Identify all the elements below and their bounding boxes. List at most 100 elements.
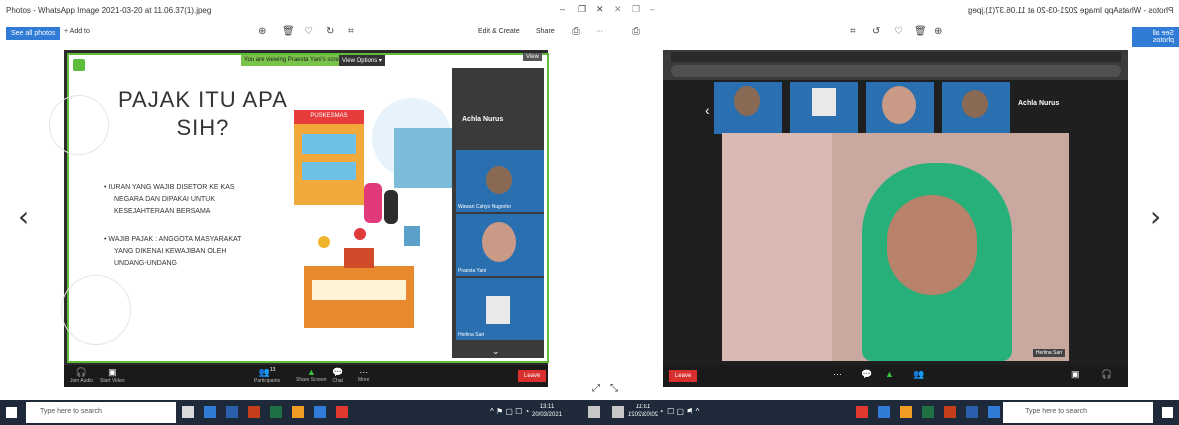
see-all-photos-mirrored: See all photos xyxy=(1132,27,1179,47)
decor-dot xyxy=(354,228,366,240)
more-button[interactable]: ··· More xyxy=(358,367,369,383)
participant-tile[interactable]: Herlina Sari xyxy=(456,278,544,340)
meeting-control-bar-mirrored: Leave ··· 💬 ▲ 👥 ▣ 🎧 xyxy=(663,365,1128,387)
chevron-down-icon[interactable]: ⌄ xyxy=(492,346,500,357)
delete-icon-mirrored: 🗑 xyxy=(914,26,927,37)
photos-icon[interactable] xyxy=(314,406,326,418)
taskbar-search[interactable]: Type here to search xyxy=(26,402,176,423)
tile-name: Praesta Yani xyxy=(458,268,487,274)
heart-icon-mirrored: ♡ xyxy=(894,26,903,37)
maximize-button[interactable]: ❐ xyxy=(578,4,586,15)
print-icon-mirrored: ⎙ xyxy=(632,26,640,37)
slide-title: PAJAK ITU APA SIH? xyxy=(118,87,288,140)
word-icon[interactable] xyxy=(226,406,238,418)
participant-tile[interactable]: Praesta Yani xyxy=(456,214,544,276)
meeting-control-bar: 🎧 Join Audio ▣ Start Video 👥13 Participants… xyxy=(64,365,548,387)
decor-dot xyxy=(318,236,330,248)
share-button[interactable]: Share xyxy=(536,28,555,35)
tile-name: Wawan Cahyo Nugroho xyxy=(458,204,511,210)
more-button[interactable]: ··· xyxy=(596,28,603,35)
decor-microscope xyxy=(404,226,420,246)
taskbar-clock-mirrored: 13:11 20/03/2021 xyxy=(628,404,659,418)
chrome-icon-mirrored xyxy=(900,406,912,418)
video-feed: Herlina Sari xyxy=(722,133,1069,361)
viewing-banner: You are viewing Praesta Yani's screen xyxy=(241,55,349,66)
leave-button-mirrored: Leave xyxy=(669,370,698,382)
share-screen-button[interactable]: ▲ Share Screen xyxy=(296,367,327,383)
chevron-left-icon: ‹ xyxy=(705,102,710,118)
panel-participant-name-mirrored: Achla Nurus xyxy=(1018,100,1060,107)
decor-circle xyxy=(61,275,131,345)
participant-thumb xyxy=(866,82,934,134)
city-building xyxy=(394,128,454,188)
see-all-photos-button[interactable]: See all photos xyxy=(6,27,61,40)
powerpoint-icon-mirrored xyxy=(944,406,956,418)
close-button[interactable]: ✕ xyxy=(596,4,604,15)
browser-bar-mirrored xyxy=(663,50,1128,80)
view-options-button[interactable]: View Options ▾ xyxy=(339,55,385,66)
powerpoint-icon[interactable] xyxy=(248,406,260,418)
participant-tile[interactable]: Wawan Cahyo Nugroho xyxy=(456,150,544,212)
minimize-icon-mirrored: – xyxy=(650,4,656,14)
previous-arrow-icon[interactable]: ‹ xyxy=(18,200,29,233)
participant-thumb xyxy=(790,82,858,134)
view-button[interactable]: View xyxy=(523,53,542,61)
delete-icon[interactable]: 🗑 xyxy=(282,26,295,37)
taskbar-clock: 13:11 20/03/2021 xyxy=(532,404,563,418)
participants-button[interactable]: 👥13 Participants xyxy=(254,367,280,384)
notification-icon-mirrored xyxy=(612,406,624,418)
rotate-icon[interactable]: ↻ xyxy=(326,26,334,37)
people-figure xyxy=(364,183,382,223)
minimize-button[interactable]: – xyxy=(560,4,565,14)
file-explorer-icon-mirrored xyxy=(988,406,1000,418)
zoom-icon[interactable]: ⊕ xyxy=(258,26,266,37)
fullscreen-expand-icon[interactable]: ⤢ xyxy=(592,383,600,394)
leave-button[interactable]: Leave xyxy=(518,370,547,382)
word-icon-mirrored xyxy=(966,406,978,418)
panel-participant-name: Achla Nurus xyxy=(462,116,504,123)
zoom-icon-mirrored: ⊕ xyxy=(934,26,943,37)
school-building xyxy=(304,248,414,328)
participant-thumb xyxy=(942,82,1010,134)
slide-bullet-1: • IURAN YANG WAJIB DISETOR KE KAS NEGARA… xyxy=(104,184,235,215)
app-icon[interactable] xyxy=(336,406,348,418)
windows-start-icon[interactable] xyxy=(6,407,17,418)
puskesmas-label: PUSKESMAS xyxy=(294,110,364,124)
system-tray-icons-mirrored: ^ ⚑ ▢ ☐ ◔ xyxy=(660,407,700,416)
maximize-icon-mirrored: ❐ xyxy=(632,4,641,14)
start-video-button[interactable]: ▣ Start Video xyxy=(100,367,125,384)
window-title: Photos - WhatsApp Image 2021-03-20 at 11… xyxy=(6,6,212,15)
chat-button[interactable]: 💬 Chat xyxy=(332,367,343,384)
join-audio-button[interactable]: 🎧 Join Audio xyxy=(70,367,93,384)
close-icon-mirrored: ✕ xyxy=(614,4,622,14)
excel-icon[interactable] xyxy=(270,406,282,418)
decor-circle xyxy=(49,95,109,155)
task-view-icon[interactable] xyxy=(182,406,194,418)
shield-icon xyxy=(73,59,85,71)
speaker-name-tag: Herlina Sari xyxy=(1032,349,1065,357)
crop-icon[interactable]: ⌗ xyxy=(348,26,354,37)
taskbar: Type here to search ^ ⚑ ▢ ☐ ◔ 13:11 20/03… xyxy=(0,400,1179,425)
heart-icon[interactable]: ♡ xyxy=(304,26,313,37)
photos-icon-mirrored xyxy=(878,406,890,418)
file-explorer-icon[interactable] xyxy=(204,406,216,418)
rotate-icon-mirrored: ↺ xyxy=(872,26,881,37)
edit-create-button[interactable]: Edit & Create xyxy=(478,28,520,35)
window-title-mirrored: Photos - WhatsApp Image 2021-03-20 at 11… xyxy=(967,6,1173,15)
crop-icon-mirrored: ⌗ xyxy=(850,26,856,37)
notification-icon[interactable] xyxy=(588,406,600,418)
print-icon[interactable]: ⎙ xyxy=(572,26,580,37)
add-to-button[interactable]: + Add to xyxy=(64,28,90,35)
system-tray-icons: ^ ⚑ ▢ ☐ ◔ xyxy=(490,407,530,416)
slide-illustration: PUSKESMAS xyxy=(284,98,454,378)
curtain xyxy=(722,133,832,361)
excel-icon-mirrored xyxy=(922,406,934,418)
title-bar: Photos - WhatsApp Image 2021-03-20 at 11… xyxy=(0,0,1179,22)
windows-start-icon-mirrored xyxy=(1162,407,1173,418)
chrome-icon[interactable] xyxy=(292,406,304,418)
next-arrow-icon[interactable]: › xyxy=(1150,200,1161,233)
participant-thumb xyxy=(714,82,782,134)
speaker-face xyxy=(887,195,977,295)
fullscreen-collapse-icon[interactable]: ⤡ xyxy=(610,383,618,394)
tile-name: Herlina Sari xyxy=(458,332,485,338)
